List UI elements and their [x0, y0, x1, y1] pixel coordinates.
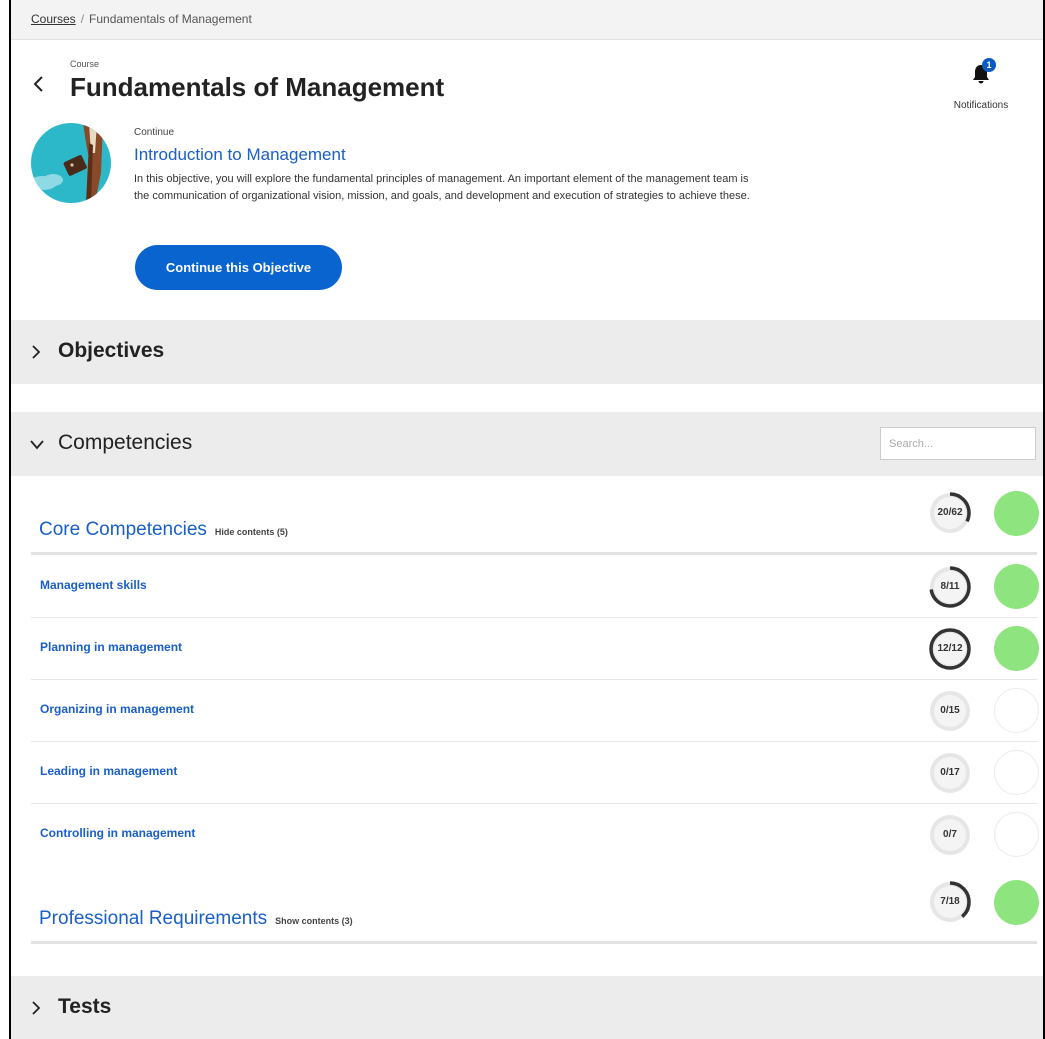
progress-ring: 0/17 — [928, 751, 972, 795]
chevron-left-icon — [33, 76, 43, 92]
progress-ring: 8/11 — [928, 565, 972, 609]
course-header: Course Fundamentals of Management 1 Noti… — [11, 40, 1043, 320]
progress-ring: 0/7 — [928, 813, 972, 857]
app-frame: Courses / Fundamentals of Management Cours… — [9, 0, 1045, 1039]
progress-ring: 12/12 — [928, 627, 972, 671]
competency-item: Organizing in management 0/15 — [31, 680, 1039, 742]
competency-group-core: Core Competencies Hide contents (5) 20/62 — [31, 477, 1039, 555]
notifications-label: Notifications — [953, 100, 1009, 111]
competency-item: Controlling in management 0/7 — [31, 804, 1039, 866]
course-tag: Course — [70, 59, 100, 69]
hide-contents-toggle[interactable]: Hide contents (5) — [215, 527, 288, 537]
tests-section-toggle[interactable]: Tests — [11, 976, 1043, 1039]
group-title-core-text: Core Competencies — [39, 519, 207, 540]
breadcrumb: Courses / Fundamentals of Management — [11, 0, 1043, 40]
competency-group-professional: Professional Requirements Show contents (… — [31, 866, 1039, 944]
competency-link[interactable]: Leading in management — [40, 764, 177, 778]
completion-status-indicator — [994, 626, 1039, 671]
group-title-core[interactable]: Core Competencies Hide contents (5) — [39, 519, 288, 541]
competency-search-input[interactable] — [880, 427, 1036, 460]
notification-badge: 1 — [982, 58, 996, 72]
objectives-section-toggle[interactable]: Objectives — [11, 320, 1043, 384]
breadcrumb-current: Fundamentals of Management — [89, 12, 252, 26]
chevron-down-icon[interactable] — [29, 438, 45, 452]
group-title-professional-text: Professional Requirements — [39, 908, 268, 929]
competency-link[interactable]: Organizing in management — [40, 702, 194, 716]
progress-ring-label: 8/11 — [940, 581, 960, 592]
breadcrumb-courses-link[interactable]: Courses — [31, 12, 76, 26]
competencies-heading[interactable]: Competencies — [58, 431, 192, 455]
page-title: Fundamentals of Management — [70, 72, 445, 102]
objective-description: In this objective, you will explore the … — [134, 173, 750, 202]
competency-link[interactable]: Planning in management — [40, 640, 182, 654]
notifications-button[interactable]: 1 Notifications — [946, 58, 1016, 111]
progress-ring-label: 7/18 — [940, 896, 960, 907]
progress-ring-label: 0/7 — [943, 829, 957, 840]
tests-heading: Tests — [58, 995, 112, 1018]
progress-ring: 0/15 — [928, 689, 972, 733]
progress-ring-label: 0/17 — [940, 767, 960, 778]
completion-status-indicator — [994, 880, 1039, 925]
competency-item: Leading in management 0/17 — [31, 742, 1039, 804]
chevron-right-icon — [32, 345, 41, 359]
continue-label: Continue — [134, 127, 175, 138]
current-objective-link[interactable]: Introduction to Management — [134, 145, 346, 165]
show-contents-toggle[interactable]: Show contents (3) — [275, 916, 353, 926]
objectives-heading: Objectives — [58, 339, 165, 362]
progress-ring-label: 12/12 — [937, 643, 963, 654]
competency-item: Planning in management 12/12 — [31, 618, 1039, 680]
completion-status-indicator — [994, 564, 1039, 609]
chevron-right-icon — [32, 1001, 41, 1015]
progress-ring-label: 20/62 — [937, 507, 963, 518]
competency-link[interactable]: Management skills — [40, 578, 147, 592]
completion-status-indicator — [994, 688, 1039, 733]
breadcrumb-separator: / — [80, 12, 85, 26]
competency-item: Management skills 8/11 — [31, 556, 1039, 618]
bell-icon: 1 — [969, 58, 996, 86]
objective-illustration — [31, 123, 111, 203]
progress-ring: 20/62 — [928, 491, 972, 535]
continue-objective-button[interactable]: Continue this Objective — [135, 245, 342, 290]
completion-status-indicator — [994, 491, 1039, 536]
completion-status-indicator — [994, 750, 1039, 795]
competencies-section-header: Competencies — [11, 412, 1043, 476]
group-title-professional[interactable]: Professional Requirements Show contents (… — [39, 908, 353, 930]
completion-status-indicator — [994, 812, 1039, 857]
competency-link[interactable]: Controlling in management — [40, 826, 195, 840]
back-button[interactable] — [29, 72, 49, 96]
progress-ring: 7/18 — [928, 880, 972, 924]
progress-ring-label: 0/15 — [940, 705, 960, 716]
